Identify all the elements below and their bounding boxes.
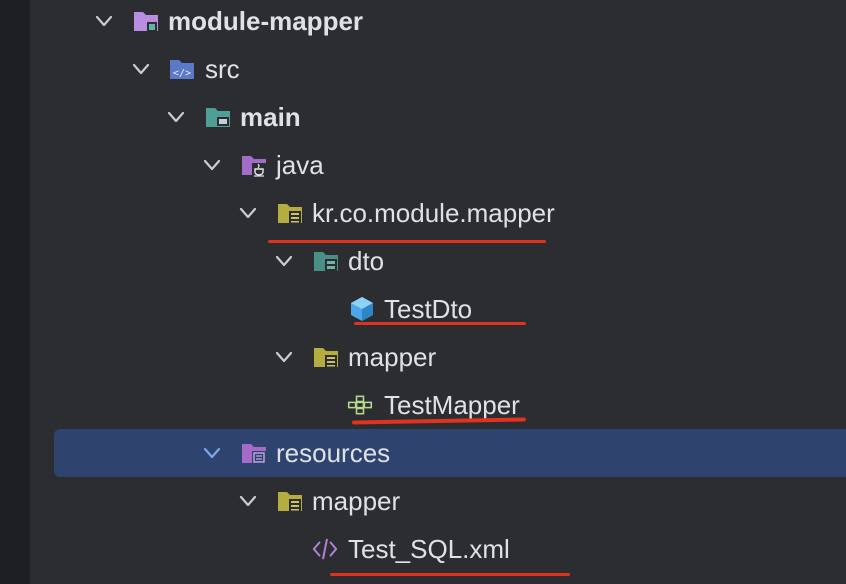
- chevron-down-icon[interactable]: [238, 491, 258, 511]
- tree-node-label: java: [276, 150, 324, 180]
- tree-node-module-mapper[interactable]: module-mapper: [0, 0, 846, 45]
- chevron-down-icon[interactable]: [274, 347, 294, 367]
- package-icon: [278, 204, 302, 223]
- annotation-underline: [268, 240, 546, 243]
- annotation-underline: [354, 322, 526, 325]
- tree-node-resources[interactable]: resources: [0, 429, 846, 477]
- record-class-icon: [351, 297, 373, 321]
- project-tree: module-mapper </> src main java kr.co.mo…: [0, 0, 846, 584]
- source-folder-icon: </>: [170, 60, 194, 79]
- chevron-down-icon[interactable]: [131, 59, 151, 79]
- tree-node-label: mapper: [312, 486, 401, 516]
- tree-node-label: mapper: [348, 342, 437, 372]
- tree-node-label: resources: [276, 438, 391, 468]
- tree-node-label: TestDto: [384, 294, 473, 324]
- package-icon: [314, 348, 338, 367]
- chevron-down-icon[interactable]: [202, 443, 222, 463]
- tree-node-label: module-mapper: [168, 6, 364, 36]
- tree-node-label: TestMapper: [384, 390, 520, 420]
- chevron-down-icon[interactable]: [274, 251, 294, 271]
- java-sources-folder-icon: [242, 156, 266, 177]
- chevron-down-icon[interactable]: [166, 107, 186, 127]
- chevron-down-icon[interactable]: [94, 11, 114, 31]
- package-icon: [278, 492, 302, 511]
- svg-text:</>: </>: [173, 68, 191, 79]
- annotation-underline: [330, 573, 570, 576]
- package-icon: [314, 252, 338, 271]
- tree-node-testdto[interactable]: TestDto: [0, 285, 846, 333]
- tree-node-label: Test_SQL.xml: [348, 534, 510, 564]
- tree-node-mapper-package[interactable]: mapper: [0, 333, 846, 381]
- tree-node-package-root[interactable]: kr.co.module.mapper: [0, 189, 846, 237]
- chevron-down-icon[interactable]: [202, 155, 222, 175]
- selection-highlight: [54, 429, 846, 477]
- xml-file-icon: [312, 538, 338, 560]
- tree-node-java[interactable]: java: [0, 141, 846, 189]
- tree-node-dto[interactable]: dto: [0, 237, 846, 285]
- tree-node-resources-mapper[interactable]: mapper: [0, 477, 846, 525]
- tree-node-label: main: [240, 102, 301, 132]
- main-folder-icon: [206, 108, 230, 127]
- tree-node-test-sql-xml[interactable]: Test_SQL.xml: [0, 525, 846, 573]
- tree-node-main[interactable]: main: [0, 93, 846, 141]
- tree-node-label: kr.co.module.mapper: [312, 198, 555, 228]
- mybatis-mapper-icon: [347, 395, 373, 415]
- chevron-down-icon[interactable]: [238, 203, 258, 223]
- resources-folder-icon: [242, 444, 266, 464]
- module-folder-icon: [134, 12, 158, 32]
- tree-node-src[interactable]: </> src: [0, 45, 846, 93]
- tree-node-label: src: [205, 54, 240, 84]
- tree-node-label: dto: [348, 246, 385, 276]
